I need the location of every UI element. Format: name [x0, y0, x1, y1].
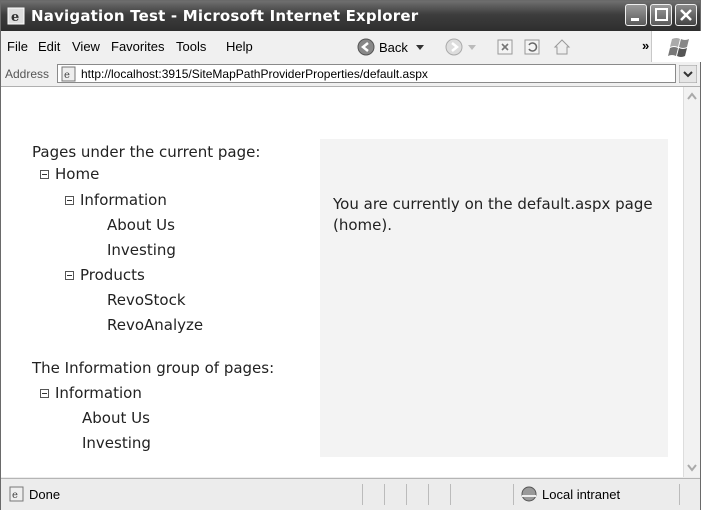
- minimize-icon: [631, 18, 639, 21]
- page-done-icon: e: [9, 486, 24, 502]
- node-label[interactable]: Investing: [82, 434, 151, 452]
- tree2-heading: The Information group of pages:: [32, 359, 275, 377]
- address-label: Address: [5, 67, 50, 81]
- back-dropdown-icon: [415, 45, 424, 50]
- status-text: Done: [29, 487, 61, 502]
- status-bar: e Done Local intranet: [1, 478, 700, 510]
- back-arrow-icon: [357, 38, 375, 56]
- collapse-icon[interactable]: [65, 195, 74, 205]
- node-label[interactable]: RevoStock: [107, 291, 186, 309]
- node-label[interactable]: Home: [55, 165, 99, 183]
- scroll-up-icon[interactable]: [684, 89, 700, 103]
- menu-help[interactable]: Help: [226, 39, 253, 54]
- tree-node-revoanalyze[interactable]: RevoAnalyze: [107, 316, 203, 334]
- title-bar: e Navigation Test - Microsoft Internet E…: [1, 1, 700, 31]
- current-page-message: You are currently on the default.aspx pa…: [333, 195, 653, 234]
- address-bar: Address e http://localhost:3915/SiteMapP…: [1, 62, 700, 87]
- page-icon: e: [61, 66, 76, 82]
- collapse-icon[interactable]: [40, 169, 49, 179]
- zone-text: Local intranet: [542, 487, 621, 502]
- address-dropdown-icon[interactable]: [679, 65, 697, 83]
- tree-node-home[interactable]: Home: [40, 165, 99, 183]
- node-label[interactable]: About Us: [107, 216, 175, 234]
- close-icon: [680, 9, 692, 21]
- maximize-icon: [655, 8, 668, 21]
- windows-logo: [651, 31, 701, 62]
- menu-view[interactable]: View: [72, 39, 100, 54]
- svg-text:e: e: [64, 70, 70, 81]
- browser-window: e Navigation Test - Microsoft Internet E…: [0, 0, 701, 510]
- address-url: http://localhost:3915/SiteMapPathProvide…: [81, 67, 428, 81]
- menu-bar: File Edit View Favorites Tools Help Back: [1, 31, 701, 63]
- status-divider: [384, 484, 385, 505]
- node-label[interactable]: Products: [80, 266, 145, 284]
- maximize-button[interactable]: [650, 4, 672, 26]
- node-label[interactable]: Investing: [107, 241, 176, 259]
- refresh-icon: [524, 39, 540, 55]
- toolbar-chevron[interactable]: »: [642, 34, 649, 56]
- refresh-button[interactable]: [524, 36, 540, 58]
- collapse-icon[interactable]: [40, 388, 49, 398]
- status-divider: [406, 484, 407, 505]
- node-label[interactable]: Information: [80, 191, 167, 209]
- forward-button[interactable]: [445, 36, 477, 58]
- menu-favorites[interactable]: Favorites: [111, 39, 164, 54]
- page-content: Pages under the current page: Home Infor…: [1, 87, 683, 477]
- tree-node-products[interactable]: Products: [65, 266, 145, 284]
- minimize-button[interactable]: [625, 4, 647, 26]
- back-button[interactable]: Back: [357, 36, 426, 58]
- address-input[interactable]: e http://localhost:3915/SiteMapPathProvi…: [57, 64, 676, 83]
- tree2-node-investing[interactable]: Investing: [82, 434, 151, 452]
- stop-icon: [497, 39, 513, 55]
- status-divider: [513, 484, 514, 505]
- node-label[interactable]: RevoAnalyze: [107, 316, 203, 334]
- status-divider: [362, 484, 363, 505]
- tree1-heading: Pages under the current page:: [32, 143, 261, 161]
- window-title: Navigation Test - Microsoft Internet Exp…: [31, 7, 419, 25]
- svg-text:e: e: [12, 490, 18, 501]
- close-button[interactable]: [675, 4, 697, 26]
- content-panel: You are currently on the default.aspx pa…: [320, 139, 668, 457]
- tree-node-investing[interactable]: Investing: [107, 241, 176, 259]
- home-icon: [553, 39, 571, 55]
- collapse-icon[interactable]: [65, 270, 74, 280]
- tree2-node-about-us[interactable]: About Us: [82, 409, 150, 427]
- ie-icon: e: [7, 7, 25, 25]
- windows-flag-icon: [668, 38, 689, 57]
- vertical-scrollbar[interactable]: [683, 87, 700, 477]
- status-divider: [428, 484, 429, 505]
- node-label[interactable]: Information: [55, 384, 142, 402]
- status-divider: [679, 484, 680, 505]
- home-button[interactable]: [553, 36, 571, 58]
- scroll-down-icon[interactable]: [684, 461, 700, 475]
- forward-dropdown-icon: [468, 45, 476, 50]
- tree-node-about-us[interactable]: About Us: [107, 216, 175, 234]
- svg-text:e: e: [11, 10, 19, 25]
- status-divider: [450, 484, 451, 505]
- tree2-node-information[interactable]: Information: [40, 384, 142, 402]
- back-label: Back: [379, 39, 408, 55]
- menu-tools[interactable]: Tools: [176, 39, 206, 54]
- forward-arrow-icon: [445, 38, 463, 56]
- stop-button[interactable]: [497, 36, 513, 58]
- menu-file[interactable]: File: [7, 39, 28, 54]
- tree-node-information[interactable]: Information: [65, 191, 167, 209]
- menu-edit[interactable]: Edit: [38, 39, 60, 54]
- tree-node-revostock[interactable]: RevoStock: [107, 291, 186, 309]
- intranet-zone-icon: [521, 486, 537, 502]
- node-label[interactable]: About Us: [82, 409, 150, 427]
